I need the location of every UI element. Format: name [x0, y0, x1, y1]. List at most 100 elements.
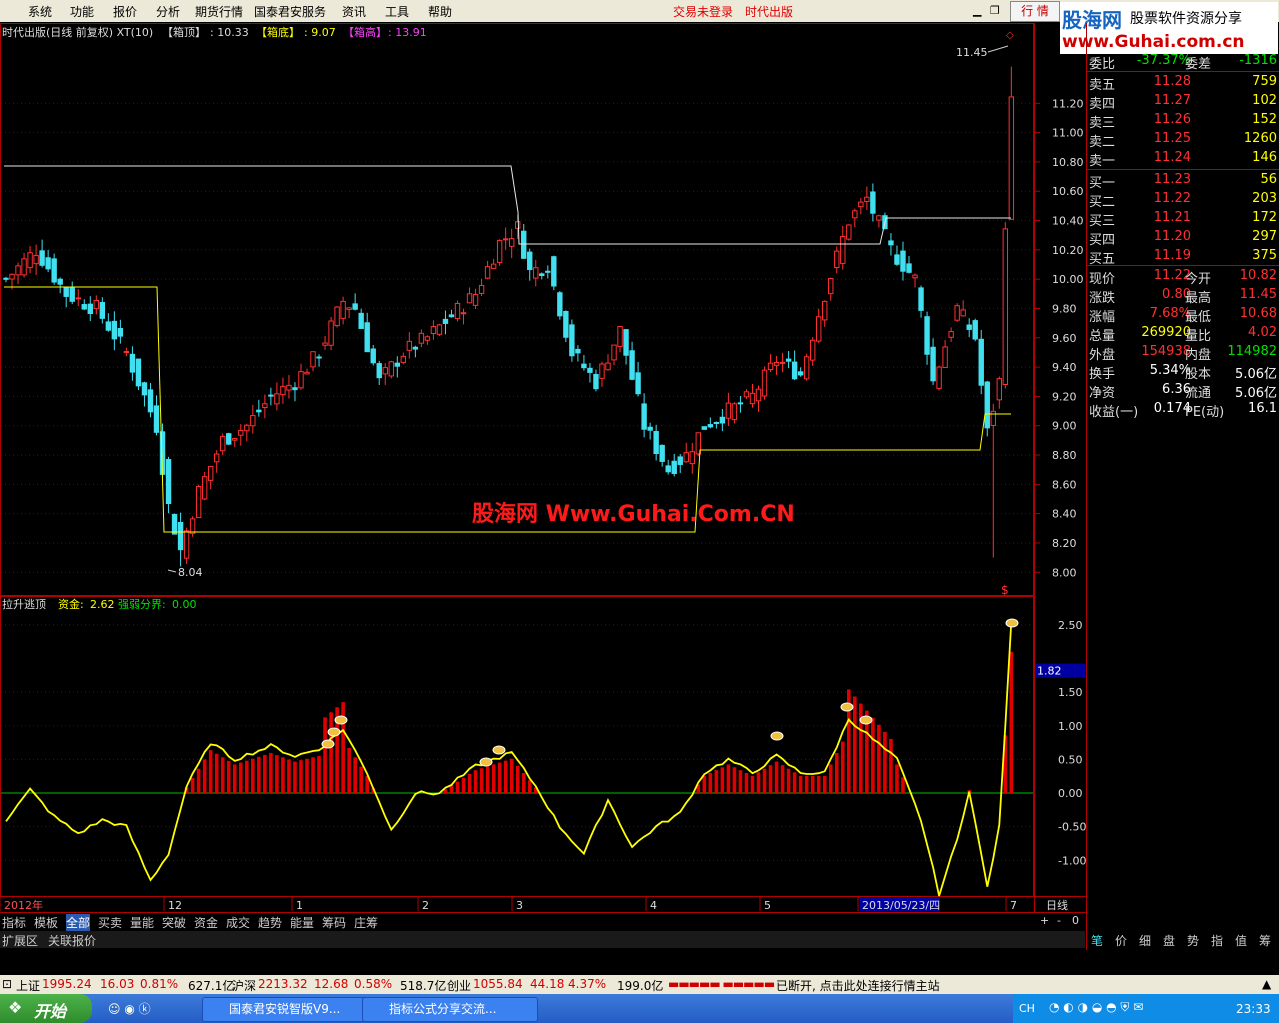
- candle-body: [906, 263, 912, 273]
- right-tab[interactable]: 筹: [1259, 932, 1271, 949]
- candle-body: [376, 363, 382, 379]
- connect-message[interactable]: 已断开, 点击此处连接行情主站: [776, 977, 940, 994]
- right-tab[interactable]: 细: [1139, 932, 1151, 949]
- candle-body: [894, 254, 900, 265]
- candle-body: [737, 402, 744, 405]
- candle-body: [3, 277, 9, 280]
- sell-row[interactable]: 卖三 11.26 152: [1087, 111, 1279, 131]
- indicator-tab[interactable]: 突破: [162, 914, 186, 931]
- indicator-tab[interactable]: 筹码: [322, 914, 346, 931]
- candle-body: [454, 302, 461, 320]
- indicator-tab[interactable]: 能量: [290, 914, 314, 931]
- right-tab[interactable]: 笔: [1091, 932, 1103, 949]
- candle-body: [292, 387, 298, 391]
- gold-coin-icon: [859, 715, 873, 725]
- candle-body: [466, 293, 473, 304]
- buy-row[interactable]: 买二 11.22 203: [1087, 190, 1279, 210]
- buy-row[interactable]: 买三 11.21 172: [1087, 209, 1279, 229]
- indicator-tab[interactable]: 资金: [194, 914, 218, 931]
- scroll-up-icon[interactable]: ▲: [1262, 977, 1271, 991]
- fund-bar: [455, 781, 460, 794]
- candle-body: [773, 361, 780, 366]
- candle-body: [521, 230, 527, 259]
- candle-body: [508, 238, 515, 247]
- indicator-tab[interactable]: 趋势: [258, 914, 282, 931]
- y-tick-label: 10.40: [1052, 215, 1084, 228]
- y-tick-label: 10.60: [1052, 185, 1084, 198]
- y-tick-label: -0.50: [1058, 821, 1086, 834]
- candle-body: [677, 456, 683, 465]
- fund-bar: [828, 764, 833, 794]
- start-button[interactable]: ❖ 开始: [0, 994, 92, 1023]
- windows-logo-icon: ❖: [8, 998, 23, 1017]
- candle-body: [364, 322, 370, 353]
- candle-body: [870, 191, 876, 214]
- right-tab[interactable]: 盘: [1163, 932, 1175, 949]
- sell-row[interactable]: 卖四 11.27 102: [1087, 92, 1279, 112]
- buy-row[interactable]: 买四 11.20 297: [1087, 228, 1279, 248]
- y-tick-label: 0.00: [1058, 787, 1083, 800]
- stat-row: 涨幅 7.68% 最低 10.68: [1089, 306, 1277, 325]
- candle-body: [304, 371, 310, 375]
- candle-body: [683, 452, 689, 463]
- candle-body: [599, 363, 605, 379]
- candle-body: [201, 476, 208, 500]
- x-tick-label: 2012年: [4, 898, 43, 912]
- indicator-tab[interactable]: 指标: [2, 914, 26, 931]
- task-forum[interactable]: 指标公式分享交流...: [362, 997, 538, 1022]
- candle-body: [334, 306, 340, 327]
- gold-coin-icon: [479, 757, 493, 767]
- task-gtja[interactable]: 国泰君安锐智版V9...: [202, 997, 378, 1022]
- candle-body: [1008, 96, 1015, 220]
- clock: 23:33: [1236, 1002, 1271, 1016]
- y-tick-label: 8.20: [1052, 537, 1077, 550]
- candle-body: [924, 316, 930, 355]
- right-tab[interactable]: 价: [1115, 932, 1127, 949]
- candle-body: [69, 286, 75, 302]
- reset-button[interactable]: 0: [1072, 914, 1079, 927]
- candle-body: [177, 521, 184, 551]
- indicator-tab[interactable]: 买卖: [98, 914, 122, 931]
- fund-bar: [901, 777, 905, 794]
- box-high-label: 【箱高】: [343, 25, 387, 39]
- candle-body: [207, 465, 214, 481]
- tray-icons[interactable]: ◔ ◐ ◑ ◒ ◓ ⛨ ✉: [1049, 1000, 1143, 1015]
- sell-row[interactable]: 卖一 11.24 146: [1087, 149, 1279, 169]
- zoom-out-button[interactable]: -: [1057, 914, 1061, 927]
- candle-body: [852, 210, 858, 219]
- stat-row: 总量 269920 量比 4.02: [1089, 325, 1277, 344]
- buy-row[interactable]: 买一 11.23 56: [1087, 171, 1279, 191]
- fund-bar: [449, 785, 454, 794]
- fund-bar: [323, 717, 327, 794]
- indicator-tab[interactable]: 庄筹: [354, 914, 378, 931]
- zoom-in-button[interactable]: +: [1040, 914, 1049, 927]
- candle-body: [123, 350, 130, 353]
- fund-bar: [299, 760, 303, 794]
- box-bottom-value: : 9.07: [304, 26, 336, 39]
- extension-tab[interactable]: 扩展区: [2, 932, 38, 949]
- indicator-tab[interactable]: 模板: [34, 914, 58, 931]
- indicator-tab[interactable]: 量能: [130, 914, 154, 931]
- right-tab[interactable]: 指: [1211, 932, 1223, 949]
- fund-bar: [756, 772, 761, 794]
- chart-area[interactable]: 11.2011.0010.8010.6010.4010.2010.009.809…: [0, 0, 1087, 975]
- candle-body: [900, 250, 906, 272]
- candle-body: [936, 366, 942, 389]
- sell-row[interactable]: 卖二 11.25 1260: [1087, 130, 1279, 150]
- candle-body: [822, 300, 828, 321]
- candle-body: [785, 358, 792, 362]
- candle-body: [250, 415, 256, 427]
- sell-row[interactable]: 卖五 11.28 759: [1087, 73, 1279, 93]
- candle-body: [990, 410, 996, 426]
- right-tab[interactable]: 势: [1187, 932, 1199, 949]
- quicklaunch-icons[interactable]: ☺ ◉ ⓚ: [108, 1000, 151, 1017]
- indicator-tab[interactable]: 成交: [226, 914, 250, 931]
- right-tab[interactable]: 值: [1235, 932, 1247, 949]
- candle-body: [165, 459, 172, 505]
- indicator-tab[interactable]: 全部: [66, 914, 91, 931]
- extension-tab[interactable]: 关联报价: [48, 932, 96, 949]
- period-label[interactable]: 日线: [1046, 897, 1068, 913]
- fund-bar: [281, 757, 285, 794]
- fund-bar: [214, 753, 219, 794]
- buy-row[interactable]: 买五 11.19 375: [1087, 247, 1279, 267]
